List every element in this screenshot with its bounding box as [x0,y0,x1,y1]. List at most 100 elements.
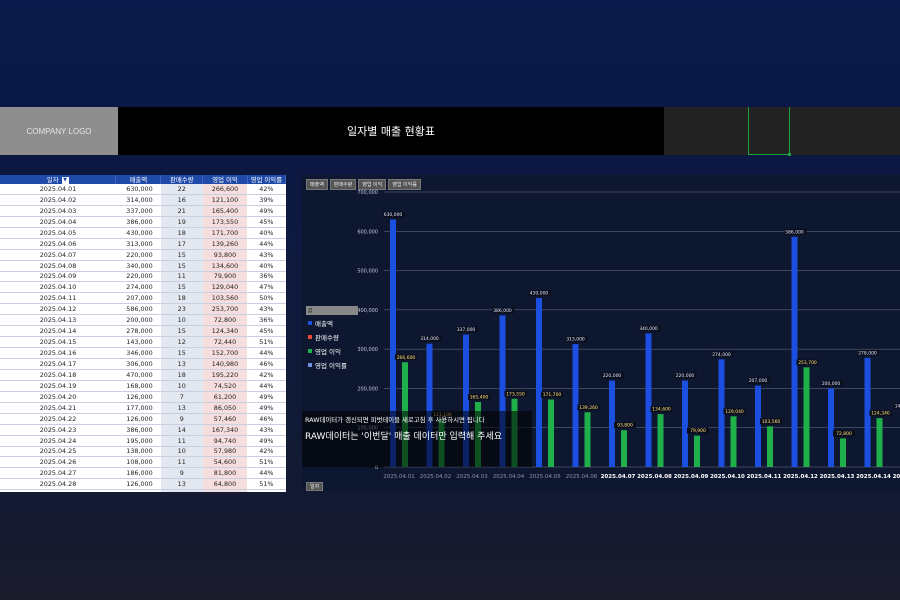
cell-sales[interactable]: 138,000 [115,446,161,458]
table-row[interactable]: 2025.04.12 586,000 23 253,700 43% [0,303,286,316]
cell-margin[interactable]: 36% [247,314,286,327]
cell-margin[interactable]: 42% [247,369,286,381]
cell-margin[interactable]: 42% [247,446,286,458]
cell-sales[interactable]: 430,000 [115,227,161,239]
cell-date[interactable]: 2025.04.16 [0,347,116,359]
cell-sales[interactable]: 306,000 [115,358,161,370]
cell-date[interactable]: 2025.04.24 [0,435,116,447]
cell-margin[interactable]: 44% [247,238,286,250]
table-row[interactable]: 2025.04.02 314,000 16 121,100 39% [0,194,286,206]
table-row[interactable]: 2025.04.19 168,000 10 74,520 44% [0,380,286,392]
cell-qty[interactable]: 15 [160,325,203,338]
cell-date[interactable]: 2025.04.18 [0,369,116,381]
cell-profit[interactable]: 173,550 [202,216,248,228]
cell-qty[interactable]: 15 [160,281,203,294]
table-row[interactable]: 2025.04.28 126,000 13 64,800 51% [0,478,286,491]
cell-profit[interactable]: 57,980 [202,446,248,458]
cell-qty[interactable]: 17 [160,238,203,250]
cell-date[interactable]: 2025.04.29 [0,489,116,492]
table-row[interactable]: 2025.04.03 337,000 21 165,400 49% [0,205,286,217]
cell-margin[interactable]: 43% [247,303,286,316]
cell-date[interactable]: 2025.04.06 [0,238,116,250]
cell-profit[interactable]: 81,800 [202,467,248,480]
cell-date[interactable]: 2025.04.23 [0,424,116,436]
cell-sales[interactable]: 126,000 [115,391,161,403]
cell-margin[interactable]: 40% [247,260,286,272]
table-row[interactable]: 2025.04.17 306,000 13 140,980 46% [0,358,286,370]
cell-profit[interactable]: 129,040 [202,281,248,294]
cell-margin[interactable]: 49% [247,489,286,492]
cell-qty[interactable]: 9 [160,467,203,480]
axis-field-button-date[interactable]: 일자 [306,482,324,491]
cell-margin[interactable]: 36% [247,271,286,283]
cell-margin[interactable]: 51% [247,478,286,491]
cell-date[interactable]: 2025.04.20 [0,391,116,403]
cell-profit[interactable]: 165,400 [202,205,248,217]
cell-profit[interactable]: 57,460 [202,413,248,425]
cell-margin[interactable]: 44% [247,347,286,359]
cell-date[interactable]: 2025.04.21 [0,402,116,414]
cell-profit[interactable]: 124,340 [202,325,248,338]
table-row[interactable]: 2025.04.13 200,000 10 72,800 36% [0,314,286,327]
cell-margin[interactable]: 42% [247,184,286,195]
cell-profit[interactable]: 72,440 [202,336,248,349]
cell-profit[interactable]: 74,520 [202,380,248,392]
table-row[interactable]: 2025.04.04 386,000 19 173,550 45% [0,216,286,228]
cell-margin[interactable]: 47% [247,281,286,294]
cell-sales[interactable]: 346,000 [115,347,161,359]
cell-date[interactable]: 2025.04.26 [0,456,116,469]
col-header-profit[interactable]: 영업 이익 [202,175,248,184]
cell-margin[interactable]: 43% [247,424,286,436]
cell-margin[interactable]: 43% [247,249,286,261]
cell-qty[interactable]: 23 [160,303,203,316]
cell-qty[interactable]: 15 [160,347,203,359]
cell-margin[interactable]: 50% [247,292,286,305]
table-row[interactable]: 2025.04.11 207,000 18 103,560 50% [0,292,286,305]
cell-qty[interactable]: 12 [160,489,203,492]
table-row[interactable]: 2025.04.07 220,000 15 93,800 43% [0,249,286,261]
col-header-margin[interactable]: 영업 이익률 [247,175,286,184]
cell-profit[interactable]: 103,560 [202,292,248,305]
legend-header[interactable]: 값 [306,306,358,315]
cell-sales[interactable]: 470,000 [115,369,161,381]
cell-date[interactable]: 2025.04.08 [0,260,116,272]
cell-profit[interactable]: 61,200 [202,391,248,403]
table-row[interactable]: 2025.04.01 630,000 22 266,600 42% [0,184,286,195]
cell-sales[interactable]: 314,000 [115,194,161,206]
cell-margin[interactable]: 49% [247,402,286,414]
cell-profit[interactable]: 195,220 [202,369,248,381]
col-header-sales[interactable]: 매출액 [115,175,162,184]
cell-sales[interactable]: 220,000 [115,249,161,261]
cell-margin[interactable]: 39% [247,194,286,206]
table-row[interactable]: 2025.04.29213,00012103,56049% [0,489,286,492]
cell-sales[interactable]: 177,000 [115,402,161,414]
cell-margin[interactable]: 46% [247,358,286,370]
col-header-date[interactable]: 일자 ▼ [0,175,117,184]
cell-profit[interactable]: 139,260 [202,238,248,250]
cell-sales[interactable]: 213,000 [115,489,161,492]
cell-qty[interactable]: 15 [160,260,203,272]
filter-dropdown-icon[interactable]: ▼ [61,176,69,184]
cell-sales[interactable]: 200,000 [115,314,161,327]
cell-sales[interactable]: 143,000 [115,336,161,349]
cell-sales[interactable]: 386,000 [115,216,161,228]
fill-handle[interactable] [788,153,791,156]
table-row[interactable]: 2025.04.18 470,000 18 195,220 42% [0,369,286,381]
selected-cell-frame[interactable] [748,107,790,155]
cell-sales[interactable]: 337,000 [115,205,161,217]
cell-profit[interactable]: 86,050 [202,402,248,414]
cell-sales[interactable]: 586,000 [115,303,161,316]
cell-date[interactable]: 2025.04.09 [0,271,116,283]
cell-profit[interactable]: 152,700 [202,347,248,359]
cell-qty[interactable]: 10 [160,314,203,327]
cell-sales[interactable]: 207,000 [115,292,161,305]
cell-margin[interactable]: 40% [247,227,286,239]
cell-qty[interactable]: 13 [160,358,203,370]
cell-date[interactable]: 2025.04.11 [0,292,116,305]
cell-sales[interactable]: 108,000 [115,456,161,469]
cell-sales[interactable]: 278,000 [115,325,161,338]
cell-qty[interactable]: 21 [160,205,203,217]
cell-sales[interactable]: 195,000 [115,435,161,447]
table-row[interactable]: 2025.04.25 138,000 10 57,980 42% [0,446,286,458]
cell-date[interactable]: 2025.04.05 [0,227,116,239]
